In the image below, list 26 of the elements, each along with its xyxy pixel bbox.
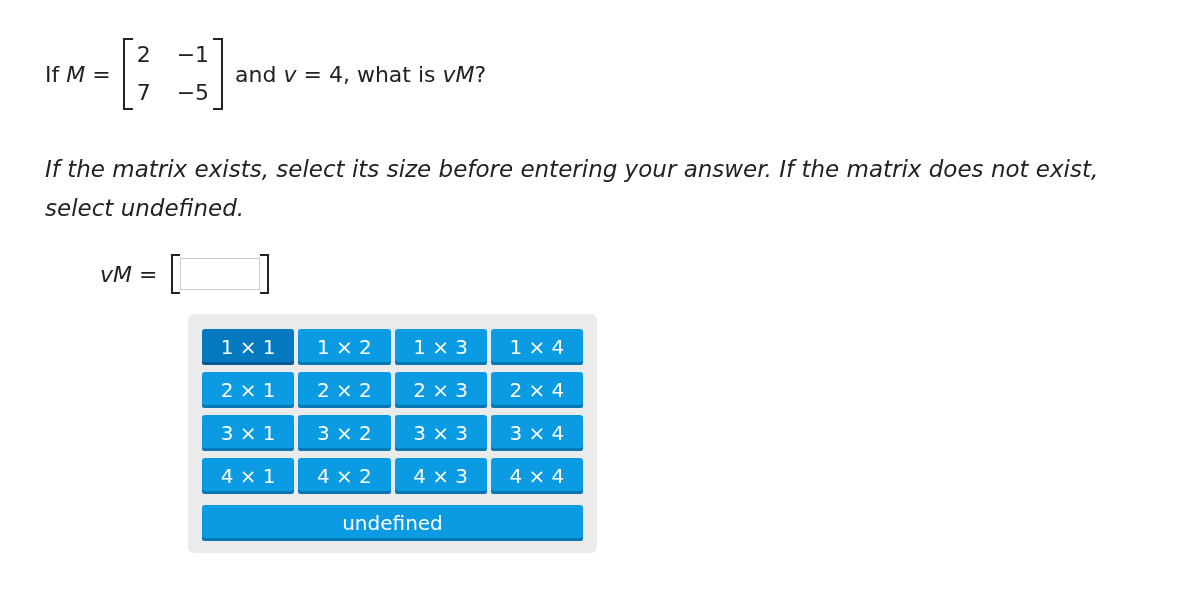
size-button[interactable]: 4 × 2 [298, 458, 391, 494]
size-button[interactable]: 4 × 4 [490, 458, 583, 494]
question-text: If M = [45, 61, 111, 87]
size-button[interactable]: 4 × 3 [394, 458, 487, 494]
question-text: and v = 4, what is vM? [235, 61, 487, 87]
answer-label: vM = [100, 261, 158, 287]
size-button[interactable]: 1 × 1 [202, 329, 295, 365]
size-button[interactable]: 2 × 3 [394, 372, 487, 408]
matrix-entry: −1 [176, 41, 210, 69]
matrix-entry: −5 [176, 79, 210, 107]
size-button[interactable]: 3 × 3 [394, 415, 487, 451]
size-button[interactable]: 2 × 1 [202, 372, 295, 408]
matrix-entry: 7 [136, 79, 151, 107]
size-button[interactable]: 2 × 4 [490, 372, 583, 408]
size-button[interactable]: 4 × 1 [202, 458, 295, 494]
size-button[interactable]: 1 × 2 [298, 329, 391, 365]
undefined-button[interactable]: undefined [202, 505, 583, 541]
size-button[interactable]: 3 × 2 [298, 415, 391, 451]
instruction-text: If the matrix exists, select its size before entering your answer. If the matrix does not exist, select undefined. [45, 155, 1100, 223]
size-button[interactable]: 2 × 2 [298, 372, 391, 408]
answer-field[interactable] [180, 258, 261, 290]
size-button[interactable]: 3 × 1 [202, 415, 295, 451]
size-button[interactable]: 1 × 4 [490, 329, 583, 365]
size-button[interactable]: 1 × 3 [394, 329, 487, 365]
matrix-entry: 2 [136, 41, 151, 69]
size-button[interactable]: 3 × 4 [490, 415, 583, 451]
